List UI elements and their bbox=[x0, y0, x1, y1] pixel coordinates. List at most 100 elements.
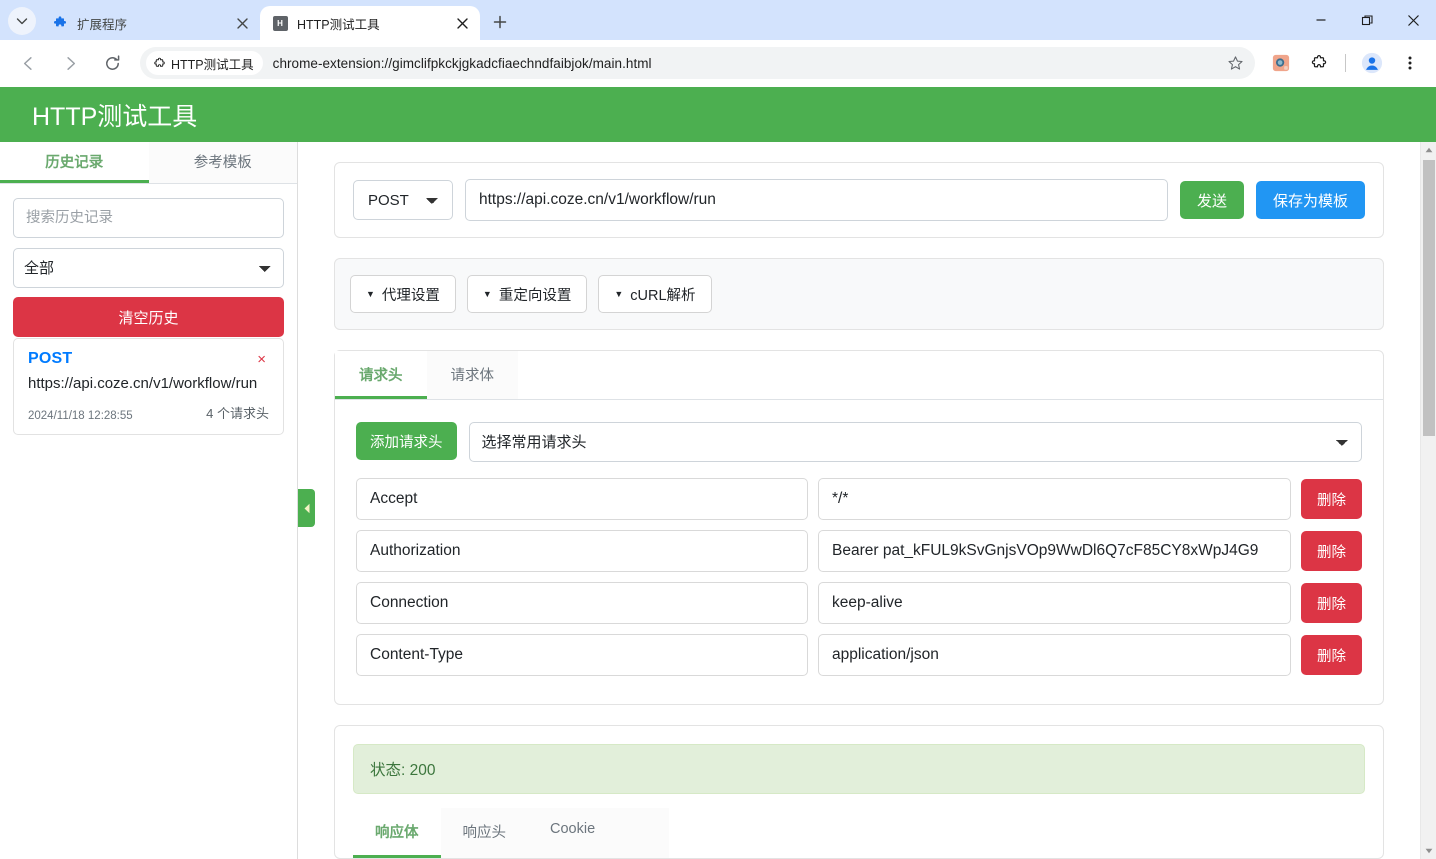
caret-down-icon: ▼ bbox=[482, 288, 492, 299]
close-icon[interactable] bbox=[452, 13, 472, 33]
plus-icon bbox=[493, 15, 507, 29]
header-value-input[interactable] bbox=[818, 530, 1291, 572]
tab-label: 响应头 bbox=[462, 825, 507, 841]
header-key-input[interactable] bbox=[356, 634, 808, 676]
history-item-meta: 2024/11/18 12:28:55 4 个请求头 bbox=[28, 403, 269, 422]
response-card: 状态: 200 响应体 响应头 Cookie bbox=[334, 725, 1384, 859]
sidebar-collapse-toggle[interactable] bbox=[298, 489, 315, 527]
common-header-select[interactable]: 选择常用请求头 bbox=[468, 422, 1362, 462]
history-item-url: https://api.coze.cn/v1/workflow/run bbox=[28, 375, 258, 392]
close-icon[interactable] bbox=[232, 13, 252, 33]
header-value-input[interactable] bbox=[818, 478, 1291, 520]
header-row: 删除 bbox=[356, 634, 1362, 676]
request-url-card: POST 发送 保存为模板 bbox=[334, 162, 1384, 238]
caret-down-icon: ▼ bbox=[614, 288, 624, 299]
browser-tab-title: 扩展程序 bbox=[77, 17, 128, 32]
arrow-right-icon bbox=[66, 56, 75, 70]
header-key-input[interactable] bbox=[356, 530, 808, 572]
puzzle-icon bbox=[154, 57, 165, 67]
sidebar-tab-label: 历史记录 bbox=[45, 154, 104, 171]
delete-header-button[interactable]: 删除 bbox=[1301, 635, 1362, 675]
header-key-input[interactable] bbox=[356, 582, 808, 624]
http-test-tool-app: HTTP测试工具 历史记录 参考模板 全部 清空历史 bbox=[0, 87, 1436, 859]
clear-history-button[interactable]: 清空历史 bbox=[13, 297, 284, 337]
proxy-settings-toggle[interactable]: ▼ 代理设置 bbox=[350, 275, 456, 313]
header-row: 删除 bbox=[356, 530, 1362, 572]
browser-tab-http-tool[interactable]: H HTTP测试工具 bbox=[260, 6, 480, 40]
request-url-input[interactable] bbox=[465, 179, 1168, 221]
history-item-timestamp: 2024/11/18 12:28:55 bbox=[28, 409, 133, 422]
app-body: 历史记录 参考模板 全部 清空历史 POST × https://ap bbox=[0, 142, 1436, 859]
close-window-button[interactable] bbox=[1390, 0, 1436, 40]
tab-label: 请求头 bbox=[359, 368, 403, 384]
delete-header-button[interactable]: 删除 bbox=[1301, 583, 1362, 623]
extensions-puzzle-icon[interactable] bbox=[1304, 48, 1334, 78]
reload-button[interactable] bbox=[96, 47, 128, 79]
save-template-button[interactable]: 保存为模板 bbox=[1255, 181, 1365, 219]
history-item[interactable]: POST × https://api.coze.cn/v1/workflow/r… bbox=[13, 338, 284, 435]
curl-parse-label: cURL解析 bbox=[630, 287, 696, 304]
sidebar-tabs: 历史记录 参考模板 bbox=[0, 142, 297, 184]
request-detail-card: 请求头 请求体 添加请求头 选择常用请求头 Accept */* 删除 Auth… bbox=[334, 350, 1384, 705]
chrome-menu-icon[interactable] bbox=[1395, 48, 1425, 78]
http-method-select[interactable]: POST bbox=[353, 180, 453, 220]
minimize-button[interactable] bbox=[1298, 0, 1344, 40]
profile-avatar-icon[interactable] bbox=[1357, 48, 1387, 78]
delete-header-button[interactable]: 删除 bbox=[1301, 479, 1362, 519]
page-title: HTTP测试工具 bbox=[32, 102, 198, 131]
add-header-button[interactable]: 添加请求头 bbox=[356, 422, 457, 460]
history-search-input[interactable] bbox=[13, 198, 284, 238]
browser-tab-extensions[interactable]: 扩展程序 bbox=[40, 6, 260, 40]
main-panel: POST 发送 保存为模板 ▼ 代理设置 bbox=[298, 142, 1436, 859]
address-bar[interactable]: HTTP测试工具 chrome-extension://gimclifpkckj… bbox=[140, 47, 1255, 79]
tab-label: 请求体 bbox=[450, 368, 495, 384]
tab-response-body[interactable]: 响应体 bbox=[353, 808, 441, 858]
history-filter-select[interactable]: 全部 bbox=[13, 248, 284, 288]
scroll-up-arrow-icon[interactable] bbox=[1421, 142, 1436, 158]
caret-down-icon: ▼ bbox=[366, 288, 375, 299]
tab-response-headers[interactable]: 响应头 bbox=[441, 808, 529, 858]
puzzle-icon bbox=[52, 15, 68, 31]
request-tabs: 请求头 请求体 bbox=[335, 351, 1383, 400]
sidebar-tab-history[interactable]: 历史记录 bbox=[0, 142, 149, 183]
delete-header-button[interactable]: 删除 bbox=[1301, 531, 1362, 571]
tab-request-body[interactable]: 请求体 bbox=[426, 351, 518, 399]
scrollbar-thumb[interactable] bbox=[1423, 160, 1435, 436]
maximize-icon bbox=[1361, 14, 1373, 25]
origin-chip[interactable]: HTTP测试工具 bbox=[146, 51, 263, 75]
header-value-input[interactable] bbox=[818, 634, 1291, 676]
send-button[interactable]: 发送 bbox=[1179, 181, 1244, 219]
redirect-settings-label: 重定向设置 bbox=[498, 287, 572, 304]
app-header: HTTP测试工具 bbox=[0, 87, 1436, 142]
sidebar-tab-templates[interactable]: 参考模板 bbox=[149, 142, 298, 183]
tab-search-button[interactable] bbox=[8, 7, 36, 35]
maximize-button[interactable] bbox=[1344, 0, 1390, 40]
chevron-down-icon bbox=[16, 18, 28, 25]
extension-action-icon[interactable] bbox=[1266, 48, 1296, 78]
vertical-scrollbar[interactable] bbox=[1420, 142, 1436, 859]
forward-button[interactable] bbox=[54, 47, 86, 79]
window-controls bbox=[1298, 0, 1436, 40]
scroll-down-arrow-icon[interactable] bbox=[1421, 843, 1436, 859]
history-item-method: POST bbox=[28, 350, 73, 367]
toolbar-divider bbox=[1345, 54, 1346, 72]
response-tabs: 响应体 响应头 Cookie bbox=[353, 808, 669, 858]
header-key-input[interactable] bbox=[356, 478, 808, 520]
history-item-delete-icon[interactable]: × bbox=[254, 350, 269, 369]
tab-request-headers[interactable]: 请求头 bbox=[335, 351, 427, 399]
request-headers-panel: 添加请求头 选择常用请求头 删除 bbox=[335, 400, 1383, 704]
address-bar-url[interactable]: chrome-extension://gimclifpkckjgkadcfiae… bbox=[273, 56, 1221, 71]
advanced-options-card: ▼ 代理设置 ▼ 重定向设置 ▼ cURL解析 bbox=[334, 258, 1384, 330]
browser-tab-title: HTTP测试工具 bbox=[297, 17, 380, 32]
bookmark-star-icon[interactable] bbox=[1221, 49, 1249, 77]
new-tab-button[interactable] bbox=[486, 8, 514, 36]
tab-response-cookie[interactable]: Cookie bbox=[528, 808, 617, 858]
back-button[interactable] bbox=[12, 47, 44, 79]
header-value-input[interactable] bbox=[818, 582, 1291, 624]
curl-parse-toggle[interactable]: ▼ cURL解析 bbox=[598, 275, 712, 313]
tab-label: Cookie bbox=[550, 821, 596, 837]
response-status-badge: 状态: 200 bbox=[353, 744, 1365, 794]
history-item-header-count: 4 个请求头 bbox=[206, 405, 269, 421]
redirect-settings-toggle[interactable]: ▼ 重定向设置 bbox=[466, 275, 588, 313]
header-row: 删除 bbox=[356, 478, 1362, 520]
